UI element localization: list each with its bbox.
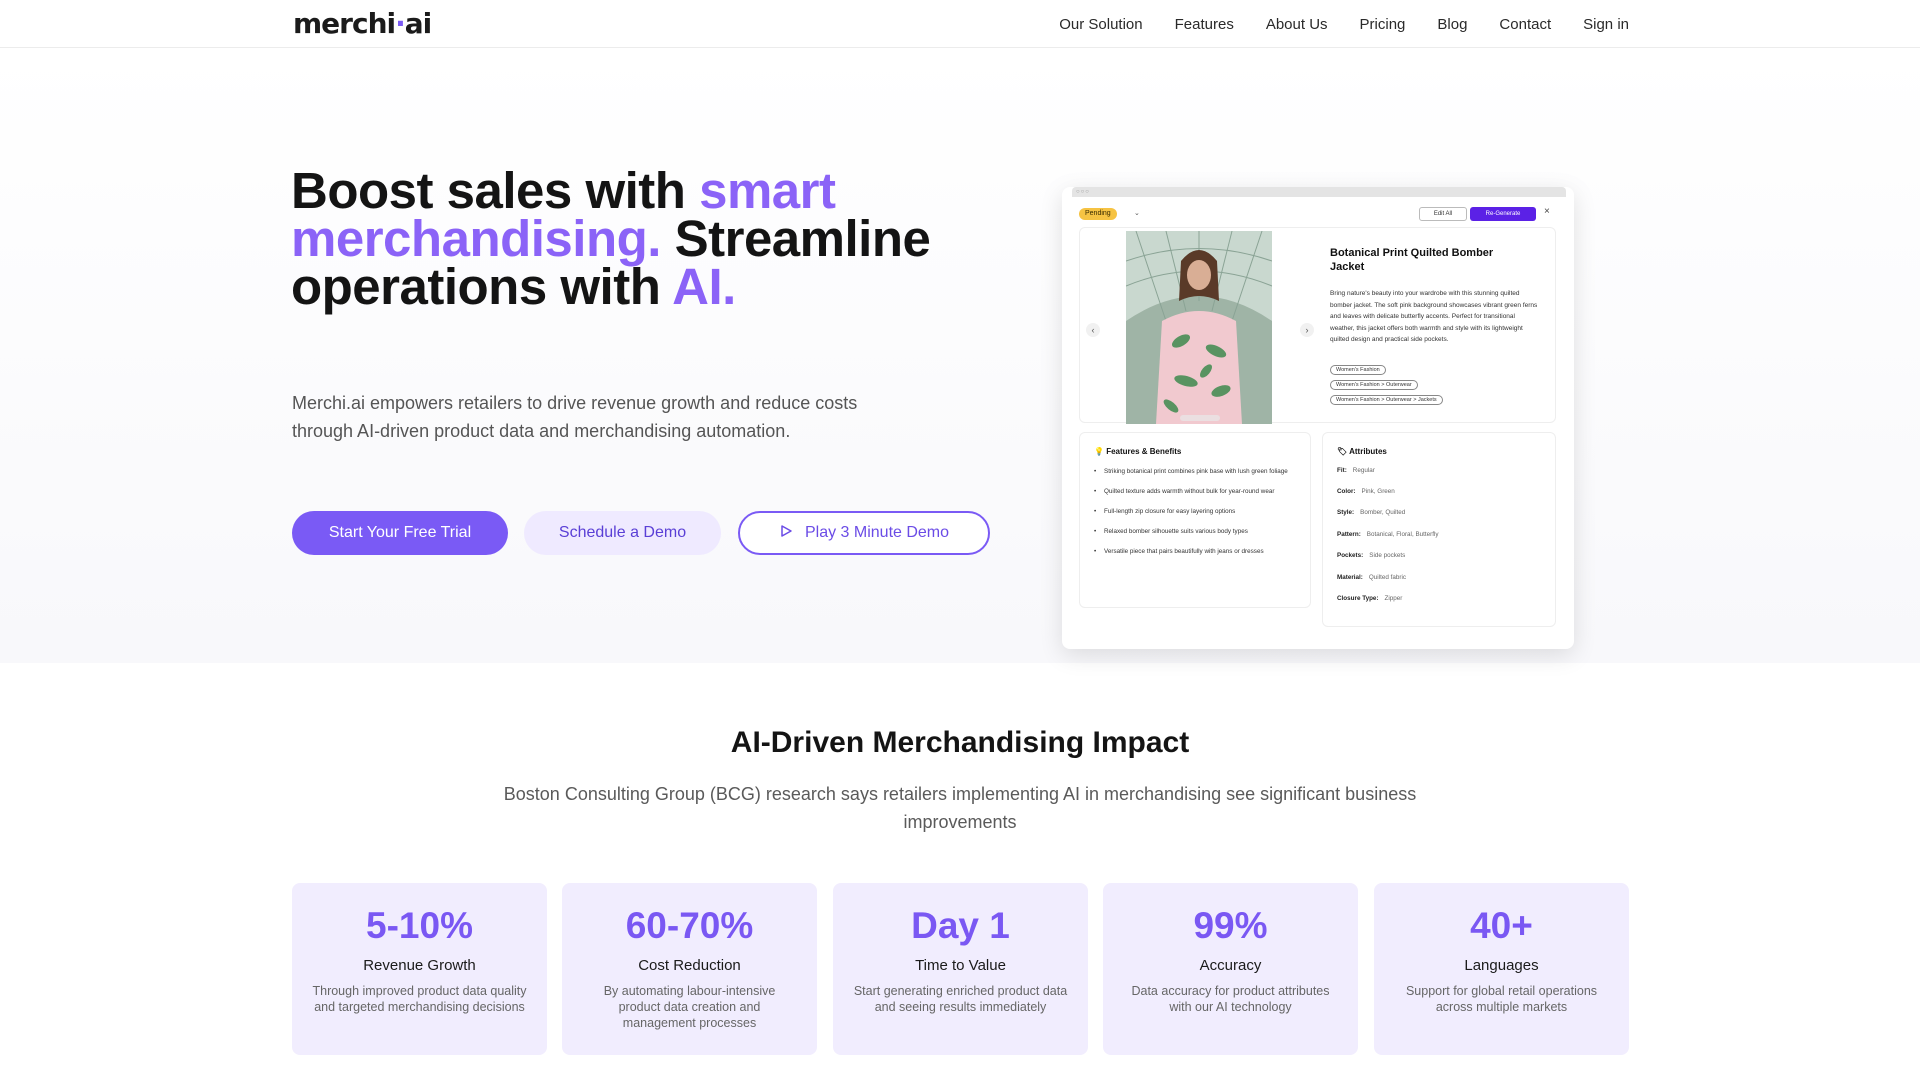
lightbulb-icon: 💡 xyxy=(1094,447,1104,456)
stat-label: Languages xyxy=(1464,957,1539,974)
nav-about-us[interactable]: About Us xyxy=(1266,16,1328,33)
list-item: Relaxed bomber silhouette suits various … xyxy=(1094,527,1294,537)
top-nav: merchi·ai Our Solution Features About Us… xyxy=(0,0,1920,48)
stat-value: Day 1 xyxy=(911,905,1010,946)
regenerate-button[interactable]: Re-Generate xyxy=(1470,207,1536,221)
logo[interactable]: merchi·ai xyxy=(293,7,432,40)
features-list: Striking botanical print combines pink b… xyxy=(1094,467,1294,567)
close-icon[interactable]: × xyxy=(1544,206,1550,217)
category-chip[interactable]: Women's Fashion > Outerwear > Jackets xyxy=(1330,395,1443,405)
attribute-row: Style: Bomber, Quilted xyxy=(1337,509,1406,516)
nav-pricing[interactable]: Pricing xyxy=(1360,16,1406,33)
stat-description: Through improved product data quality an… xyxy=(312,984,527,1014)
stat-description: Start generating enriched product data a… xyxy=(853,984,1068,1014)
product-description: Bring nature's beauty into your wardrobe… xyxy=(1330,290,1538,343)
stat-card-languages: 40+ Languages Support for global retail … xyxy=(1374,883,1629,1055)
start-free-trial-button[interactable]: Start Your Free Trial xyxy=(292,511,508,555)
impact-subtitle: Boston Consulting Group (BCG) research s… xyxy=(503,784,1417,832)
status-badge[interactable]: Pending xyxy=(1079,208,1117,220)
stat-label: Time to Value xyxy=(915,957,1006,974)
stat-label: Cost Reduction xyxy=(638,957,741,974)
chevron-down-icon[interactable]: ⌄ xyxy=(1134,209,1140,217)
category-chip[interactable]: Women's Fashion > Outerwear xyxy=(1330,380,1418,390)
nav-blog[interactable]: Blog xyxy=(1437,16,1467,33)
stat-card-accuracy: 99% Accuracy Data accuracy for product a… xyxy=(1103,883,1358,1055)
attribute-row: Closure Type: Zipper xyxy=(1337,595,1403,602)
tag-icon: 🏷 xyxy=(1337,447,1348,456)
stat-label: Accuracy xyxy=(1199,957,1262,974)
stat-card-cost: 60-70% Cost Reduction By automating labo… xyxy=(562,883,817,1055)
attribute-row: Pockets: Side pockets xyxy=(1337,552,1406,559)
attributes-heading: 🏷 Attributes xyxy=(1337,447,1387,456)
attribute-row: Pattern: Botanical, Floral, Butterfly xyxy=(1337,531,1439,538)
category-chip[interactable]: Women's Fashion xyxy=(1330,365,1386,375)
next-image-icon[interactable]: › xyxy=(1300,323,1314,337)
features-heading: 💡 Features & Benefits xyxy=(1094,447,1182,456)
product-title: Botanical Print Quilted Bomber Jacket xyxy=(1330,247,1494,273)
attributes-panel: 🏷 Attributes Fit: Regular Color: Pink, Gre… xyxy=(1322,432,1556,627)
play-demo-button[interactable]: Play 3 Minute Demo xyxy=(738,511,990,555)
product-panel: ‹ › Botanical Print Quilted Bomber Jacke… xyxy=(1079,227,1556,424)
stat-description: By automating labour-intensive product d… xyxy=(603,984,776,1030)
stat-value: 40+ xyxy=(1470,905,1533,946)
hero-section: Boost sales with smart merchandising. St… xyxy=(0,49,1920,663)
prev-image-icon[interactable]: ‹ xyxy=(1086,323,1100,337)
product-preview-card: ○○○ Pending ⌄ Edit All Re-Generate × ‹ ›… xyxy=(1062,187,1574,649)
window-bar: ○○○ xyxy=(1072,187,1566,197)
stat-value: 5-10% xyxy=(366,905,473,946)
list-item: Full-length zip closure for easy layerin… xyxy=(1094,507,1294,517)
list-item: Quilted texture adds warmth without bulk… xyxy=(1094,487,1294,497)
nav-contact[interactable]: Contact xyxy=(1499,16,1551,33)
stat-card-time: Day 1 Time to Value Start generating enr… xyxy=(833,883,1088,1055)
stat-card-revenue: 5-10% Revenue Growth Through improved pr… xyxy=(292,883,547,1055)
nav-features[interactable]: Features xyxy=(1175,16,1234,33)
list-item: Striking botanical print combines pink b… xyxy=(1094,467,1294,477)
nav-sign-in[interactable]: Sign in xyxy=(1583,16,1629,33)
hero-subtitle: Merchi.ai empowers retailers to drive re… xyxy=(292,393,858,441)
product-photo xyxy=(1126,231,1272,424)
hero-title: Boost sales with smart merchandising. St… xyxy=(291,162,931,315)
attribute-row: Material: Quilted fabric xyxy=(1337,574,1407,581)
stat-description: Support for global retail operations acr… xyxy=(1405,984,1598,1014)
nav-our-solution[interactable]: Our Solution xyxy=(1059,16,1142,33)
stat-value: 60-70% xyxy=(625,905,754,946)
play-icon xyxy=(779,524,793,543)
features-panel: 💡 Features & Benefits Striking botanical… xyxy=(1079,432,1311,608)
edit-all-button[interactable]: Edit All xyxy=(1419,207,1467,221)
play-demo-label: Play 3 Minute Demo xyxy=(804,524,950,541)
impact-title: AI-Driven Merchandising Impact xyxy=(730,726,1190,759)
stat-label: Revenue Growth xyxy=(363,957,476,974)
stat-value: 99% xyxy=(1193,905,1268,946)
nav-links: Our Solution Features About Us Pricing B… xyxy=(1059,0,1629,48)
attribute-row: Fit: Regular xyxy=(1337,467,1375,474)
attribute-row: Color: Pink, Green xyxy=(1337,488,1395,495)
stat-description: Data accuracy for product attributes wit… xyxy=(1131,984,1330,1014)
schedule-demo-button[interactable]: Schedule a Demo xyxy=(524,511,721,555)
list-item: Versatile piece that pairs beautifully w… xyxy=(1094,547,1294,557)
